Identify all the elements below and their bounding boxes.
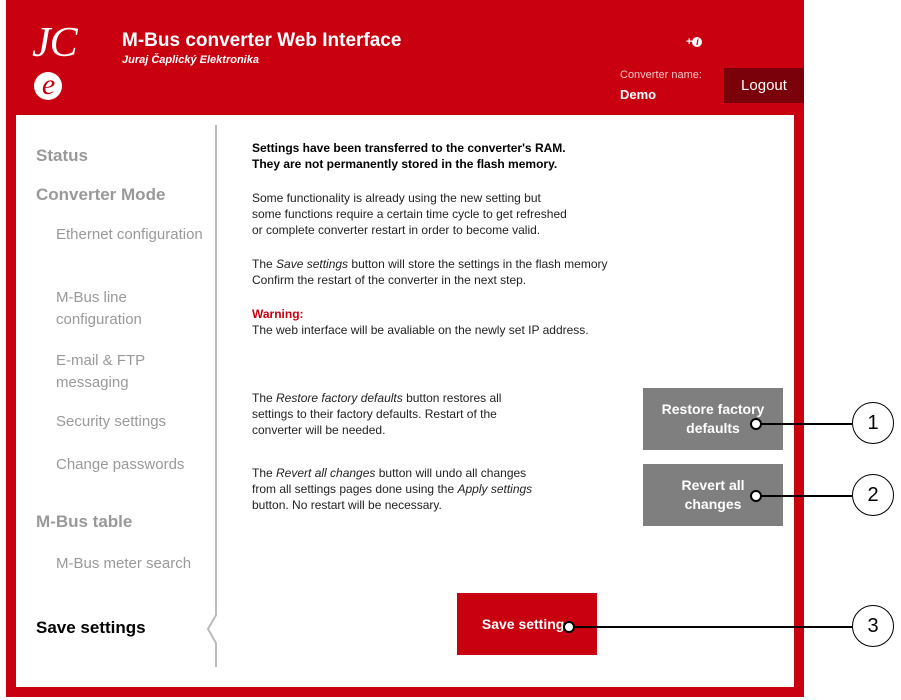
revert-info-line-2: from all settings pages done using the A… [252,482,533,496]
logout-button[interactable]: Logout [724,68,804,103]
restore-info-line-1: The Restore factory defaults button rest… [252,391,502,405]
info-icon[interactable]: + i [686,36,703,48]
converter-name: Demo [620,87,657,102]
callout-3-dot [563,621,575,633]
callout-2: 2 [852,474,894,516]
main-panel: Settings have been transferred to the co… [252,115,792,687]
restore-info-line-2: settings to their factory defaults. Rest… [252,407,497,421]
company-name: Juraj Čaplický Elektronika [122,54,259,66]
info-para-line-2: some functions require a certain time cy… [252,207,567,221]
callout-2-dot [750,490,762,502]
sidebar: Status Converter Mode Ethernet configura… [16,115,217,687]
revert-info-line-3: button. No restart will be necessary. [252,498,442,512]
app-frame: JCe M-Bus converter Web Interface Juraj … [6,0,804,697]
logo-mark: JCe [32,20,78,101]
save-info-line-1: The Save settings button will store the … [252,257,608,271]
restore-info-line-3: converter will be needed. [252,423,386,437]
callout-1-dot [750,418,762,430]
callout-1: 1 [852,402,894,444]
revert-info-line-1: The Revert all changes button will undo … [252,466,527,480]
info-para-line-1: Some functionality is already using the … [252,191,541,205]
warning-label: Warning: [252,307,304,321]
save-settings-button[interactable]: Save settings [457,593,597,655]
converter-name-label: Converter name: [620,69,702,81]
heading-line-2: They are not permanently stored in the f… [252,157,558,171]
info-para-line-3: or complete converter restart in order t… [252,223,541,237]
callout-3-line [569,626,852,628]
heading-line-1: Settings have been transferred to the co… [252,141,566,155]
content-area: Status Converter Mode Ethernet configura… [16,115,794,687]
restore-factory-defaults-button[interactable]: Restore factory defaults [643,388,783,450]
callout-1-line [756,423,852,425]
app-title: M-Bus converter Web Interface [122,30,402,51]
header: JCe M-Bus converter Web Interface Juraj … [6,0,804,115]
sidebar-divider [206,125,217,667]
save-info-line-2: Confirm the restart of the converter in … [252,273,527,287]
callout-2-line [756,495,852,497]
callout-3: 3 [852,605,894,647]
warning-text: The web interface will be avaliable on t… [252,323,589,337]
